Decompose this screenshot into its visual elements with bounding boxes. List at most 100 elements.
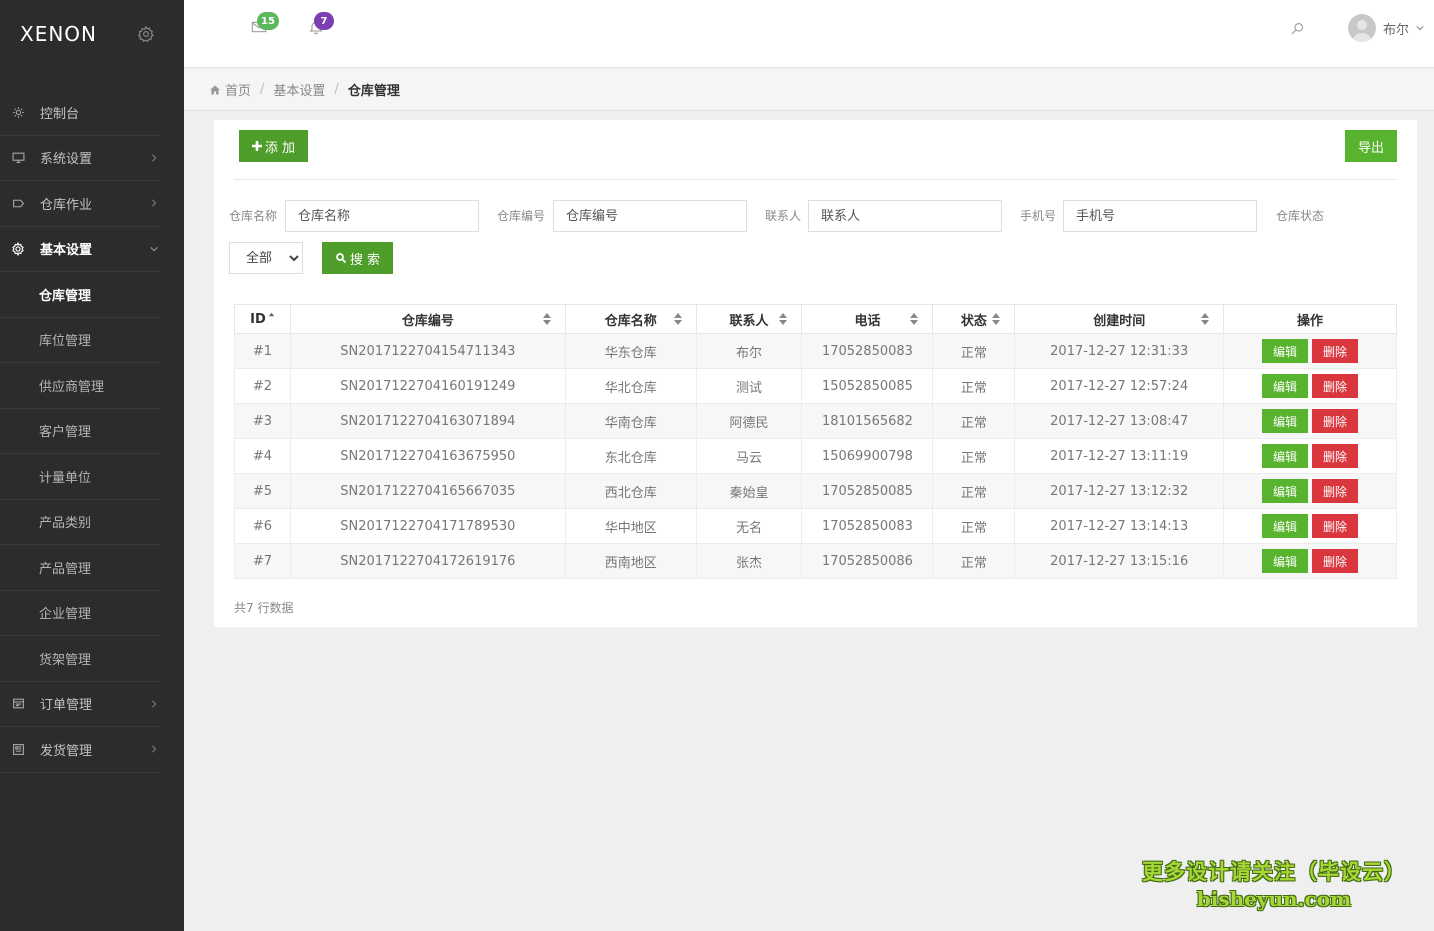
warehouse-status-select[interactable]: 全部 [229, 242, 303, 274]
sidebar: XENON 控制台 系统设置 仓库作业 基本设置 仓库管理 库位管理 供应商管理… [0, 0, 184, 931]
edit-button[interactable]: 编辑 [1262, 409, 1309, 433]
sort-icon [1201, 313, 1210, 325]
table-row: #1 SN2017122704154711343 华东仓库 布尔 1705285… [234, 333, 1397, 369]
sidebar-item-warehouse-ops[interactable]: 仓库作业 [0, 181, 160, 227]
cell-contact: 阿德民 [695, 403, 803, 439]
edit-button[interactable]: 编辑 [1262, 444, 1309, 468]
gear-icon [11, 241, 25, 256]
table-row: #7 SN2017122704172619176 西南地区 张杰 1705285… [234, 543, 1397, 579]
column-header-phone[interactable]: 电话 [801, 304, 934, 334]
sidebar-item-basic-settings[interactable]: 基本设置 [0, 227, 160, 272]
cell-phone: 15052850085 [801, 368, 934, 404]
sidebar-item-shipping[interactable]: 发货管理 [0, 727, 160, 773]
sidebar-item-orders[interactable]: 订单管理 [0, 682, 160, 727]
cell-code: SN2017122704160191249 [289, 368, 566, 404]
sort-icon [910, 313, 919, 325]
column-header-code[interactable]: 仓库编号 [289, 304, 566, 334]
sidebar-item-label: 订单管理 [40, 698, 93, 714]
search-button[interactable]: 搜 索 [322, 242, 393, 274]
sidebar-subitem-supplier[interactable]: 供应商管理 [0, 363, 160, 409]
mail-icon[interactable]: 15 [251, 12, 279, 37]
edit-button[interactable]: 编辑 [1262, 479, 1309, 503]
row-count-text: 共7 行数据 [234, 601, 294, 615]
cell-contact: 张杰 [695, 543, 803, 579]
breadcrumb-parent[interactable]: 基本设置 [273, 80, 325, 99]
edit-button[interactable]: 编辑 [1262, 514, 1309, 538]
chevron-down-icon [150, 245, 158, 253]
cell-actions: 编辑 删除 [1223, 403, 1397, 439]
delete-button[interactable]: 删除 [1312, 409, 1359, 433]
user-menu[interactable]: 布尔 [1347, 14, 1424, 42]
warehouse-name-input[interactable] [285, 200, 479, 232]
column-header-created[interactable]: 创建时间 [1014, 304, 1225, 334]
cell-actions: 编辑 删除 [1223, 438, 1397, 474]
cell-code: SN2017122704172619176 [289, 543, 566, 579]
sidebar-subitem-location[interactable]: 库位管理 [0, 318, 160, 363]
sidebar-subitem-warehouse[interactable]: 仓库管理 [0, 272, 160, 318]
sidebar-subitem-product[interactable]: 产品管理 [0, 545, 160, 591]
chevron-right-icon [150, 745, 158, 753]
column-header-contact[interactable]: 联系人 [695, 304, 803, 334]
edit-button[interactable]: 编辑 [1262, 374, 1309, 398]
edit-button[interactable]: 编辑 [1262, 339, 1309, 363]
table-row: #4 SN2017122704163675950 东北仓库 马云 1506990… [234, 438, 1397, 474]
cell-id: #1 [234, 333, 291, 369]
settings-gear-icon[interactable] [137, 25, 155, 43]
cell-code: SN2017122704163071894 [289, 403, 566, 439]
delete-button[interactable]: 删除 [1312, 514, 1359, 538]
column-header-name[interactable]: 仓库名称 [564, 304, 697, 334]
cell-created: 2017-12-27 13:14:13 [1014, 508, 1225, 544]
add-button[interactable]: 添 加 [239, 130, 308, 162]
breadcrumb-home[interactable]: 首页 [225, 80, 251, 99]
contact-input[interactable] [808, 200, 1002, 232]
export-button[interactable]: 导出 [1345, 130, 1397, 162]
cell-status: 正常 [932, 333, 1016, 369]
chevron-right-icon [150, 154, 158, 162]
cell-phone: 18101565682 [801, 403, 934, 439]
sidebar-subitem-unit[interactable]: 计量单位 [0, 454, 160, 500]
delete-button[interactable]: 删除 [1312, 339, 1359, 363]
warehouse-code-input[interactable] [553, 200, 747, 232]
plus-icon [251, 141, 262, 151]
cell-name: 华南仓库 [564, 403, 697, 439]
sidebar-item-label: 发货管理 [40, 743, 93, 759]
column-header-status[interactable]: 状态 [932, 304, 1016, 334]
cell-id: #4 [234, 438, 291, 474]
cell-id: #3 [234, 403, 291, 439]
cell-status: 正常 [932, 403, 1016, 439]
chevron-right-icon [150, 700, 158, 708]
breadcrumb: 首页 / 基本设置 / 仓库管理 [184, 69, 1434, 111]
sidebar-item-dashboard[interactable]: 控制台 [0, 90, 160, 136]
breadcrumb-current: 仓库管理 [347, 84, 400, 99]
cell-created: 2017-12-27 13:12:32 [1014, 473, 1225, 509]
edit-button[interactable]: 编辑 [1262, 549, 1309, 573]
cell-actions: 编辑 删除 [1223, 333, 1397, 369]
cell-status: 正常 [932, 438, 1016, 474]
cell-created: 2017-12-27 13:11:19 [1014, 438, 1225, 474]
cell-contact: 布尔 [695, 333, 803, 369]
column-header-id[interactable]: ID [234, 304, 291, 334]
sidebar-item-system-settings[interactable]: 系统设置 [0, 136, 160, 181]
delete-button[interactable]: 删除 [1312, 479, 1359, 503]
watermark-line2: bisheyun.com [1196, 887, 1352, 911]
sidebar-subitem-shelf[interactable]: 货架管理 [0, 636, 160, 682]
cell-name: 华东仓库 [564, 333, 697, 369]
search-icon[interactable] [1290, 21, 1306, 37]
top-header: 15 7 布尔 [184, 0, 1434, 68]
delete-button[interactable]: 删除 [1312, 549, 1359, 573]
cell-id: #2 [234, 368, 291, 404]
search-icon [335, 252, 347, 264]
cell-status: 正常 [932, 473, 1016, 509]
cell-status: 正常 [932, 508, 1016, 544]
sidebar-subitem-enterprise[interactable]: 企业管理 [0, 591, 160, 636]
cell-contact: 秦始皇 [695, 473, 803, 509]
sidebar-subitem-customer[interactable]: 客户管理 [0, 409, 160, 454]
cell-phone: 17052850083 [801, 333, 934, 369]
cell-created: 2017-12-27 13:08:47 [1014, 403, 1225, 439]
sidebar-subitem-category[interactable]: 产品类别 [0, 500, 160, 545]
delete-button[interactable]: 删除 [1312, 374, 1359, 398]
cell-phone: 17052850086 [801, 543, 934, 579]
phone-input[interactable] [1063, 200, 1257, 232]
delete-button[interactable]: 删除 [1312, 444, 1359, 468]
bell-icon[interactable]: 7 [308, 12, 334, 37]
